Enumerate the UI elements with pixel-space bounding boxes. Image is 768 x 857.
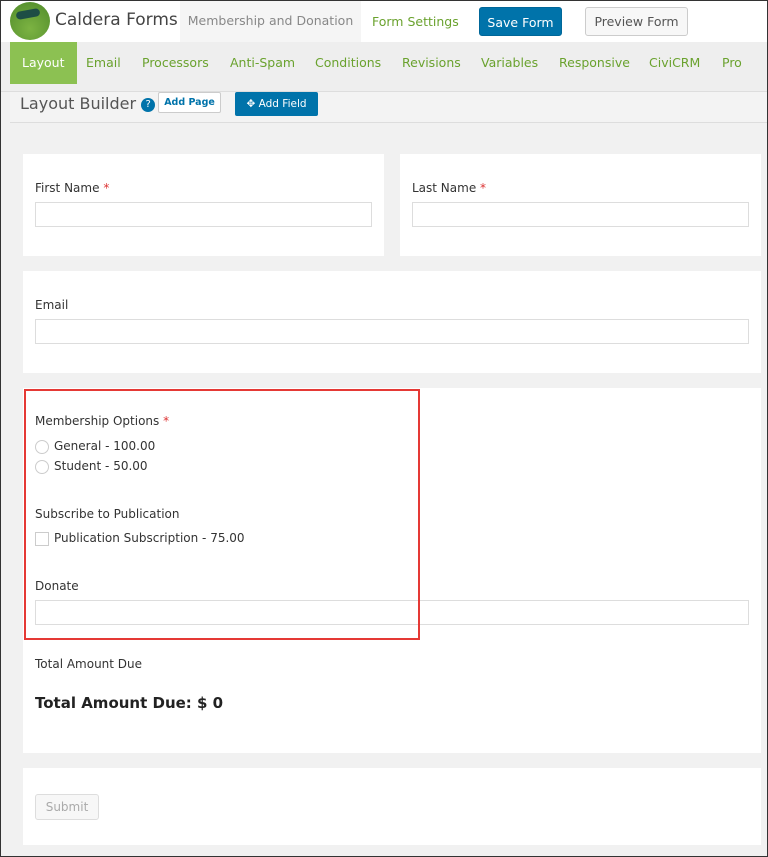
- email-label: Email: [35, 298, 69, 312]
- tab-email[interactable]: Email: [86, 42, 121, 84]
- first-name-panel: First Name *: [23, 154, 384, 256]
- highlight-box: [24, 389, 420, 640]
- tab-revisions[interactable]: Revisions: [402, 42, 461, 84]
- first-name-label: First Name: [35, 181, 100, 195]
- tab-processors[interactable]: Processors: [142, 42, 209, 84]
- email-input[interactable]: [35, 319, 749, 344]
- preview-form-button[interactable]: Preview Form: [585, 7, 688, 36]
- tab-responsive[interactable]: Responsive: [559, 42, 630, 84]
- last-name-label: Last Name: [412, 181, 477, 195]
- tab-pro[interactable]: Pro: [722, 42, 742, 84]
- brand: Caldera Forms: [55, 10, 178, 30]
- add-field-label: Add Field: [258, 98, 307, 110]
- caldera-logo-icon: [10, 2, 50, 40]
- tab-anti-spam[interactable]: Anti-Spam: [230, 42, 295, 84]
- last-name-panel: Last Name *: [400, 154, 761, 256]
- first-name-input[interactable]: [35, 202, 372, 227]
- add-page-button[interactable]: Add Page: [158, 92, 221, 113]
- layout-builder-title: Layout Builder: [20, 94, 137, 113]
- tab-conditions[interactable]: Conditions: [315, 42, 381, 84]
- tab-layout[interactable]: Layout: [10, 42, 77, 84]
- form-settings-link[interactable]: Form Settings: [372, 14, 459, 29]
- last-name-input[interactable]: [412, 202, 749, 227]
- tab-variables[interactable]: Variables: [481, 42, 538, 84]
- header: Caldera Forms Membership and Donation Fo…: [0, 0, 768, 42]
- tab-civicrm[interactable]: CiviCRM: [649, 42, 700, 84]
- add-field-button[interactable]: ✥ Add Field: [235, 92, 318, 116]
- form-name: Membership and Donation: [180, 0, 361, 42]
- layout-toolbar: Layout Builder ? Add Page ✥ Add Field: [10, 92, 768, 123]
- save-form-button[interactable]: Save Form: [479, 7, 562, 36]
- required-marker: *: [103, 181, 110, 195]
- total-amount: Total Amount Due: $ 0: [35, 694, 224, 712]
- email-panel: Email: [23, 271, 761, 373]
- required-marker: *: [480, 181, 487, 195]
- total-label: Total Amount Due: [35, 657, 143, 671]
- help-icon[interactable]: ?: [141, 97, 156, 112]
- tab-bar: Layout Email Processors Anti-Spam Condit…: [0, 42, 768, 92]
- submit-panel: Submit: [23, 768, 761, 845]
- submit-button[interactable]: Submit: [35, 794, 99, 820]
- move-arrows-icon: ✥: [246, 98, 256, 110]
